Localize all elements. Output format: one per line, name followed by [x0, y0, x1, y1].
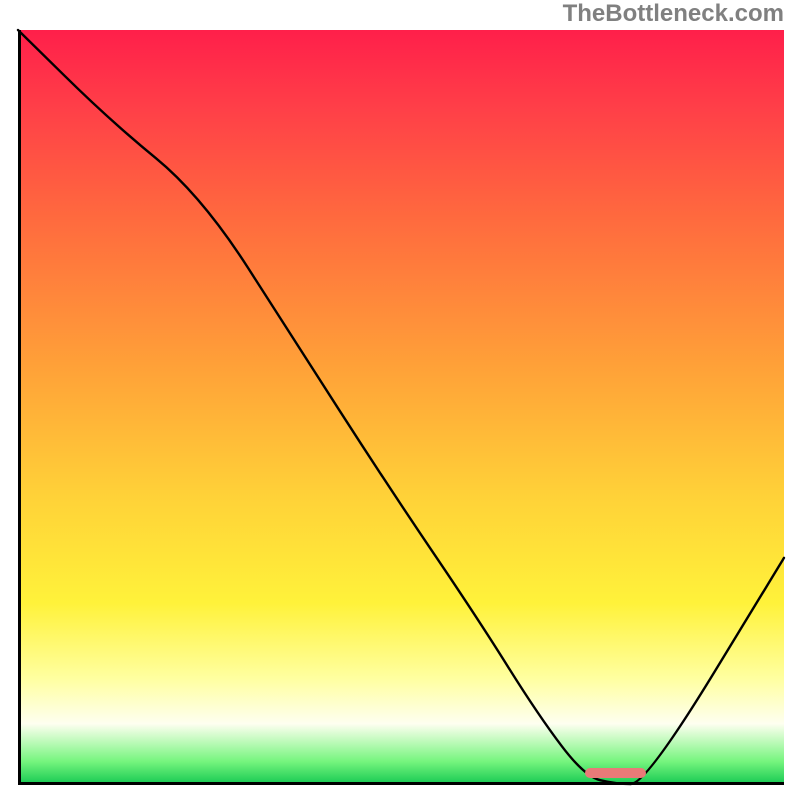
x-axis-line — [18, 782, 784, 785]
plot-area — [18, 30, 784, 784]
chart-container: TheBottleneck.com — [0, 0, 800, 800]
optimal-range-marker — [585, 768, 646, 778]
bottleneck-curve — [18, 30, 784, 784]
y-axis-line — [18, 30, 21, 784]
watermark-text: TheBottleneck.com — [563, 0, 784, 28]
curve-path — [18, 30, 784, 784]
